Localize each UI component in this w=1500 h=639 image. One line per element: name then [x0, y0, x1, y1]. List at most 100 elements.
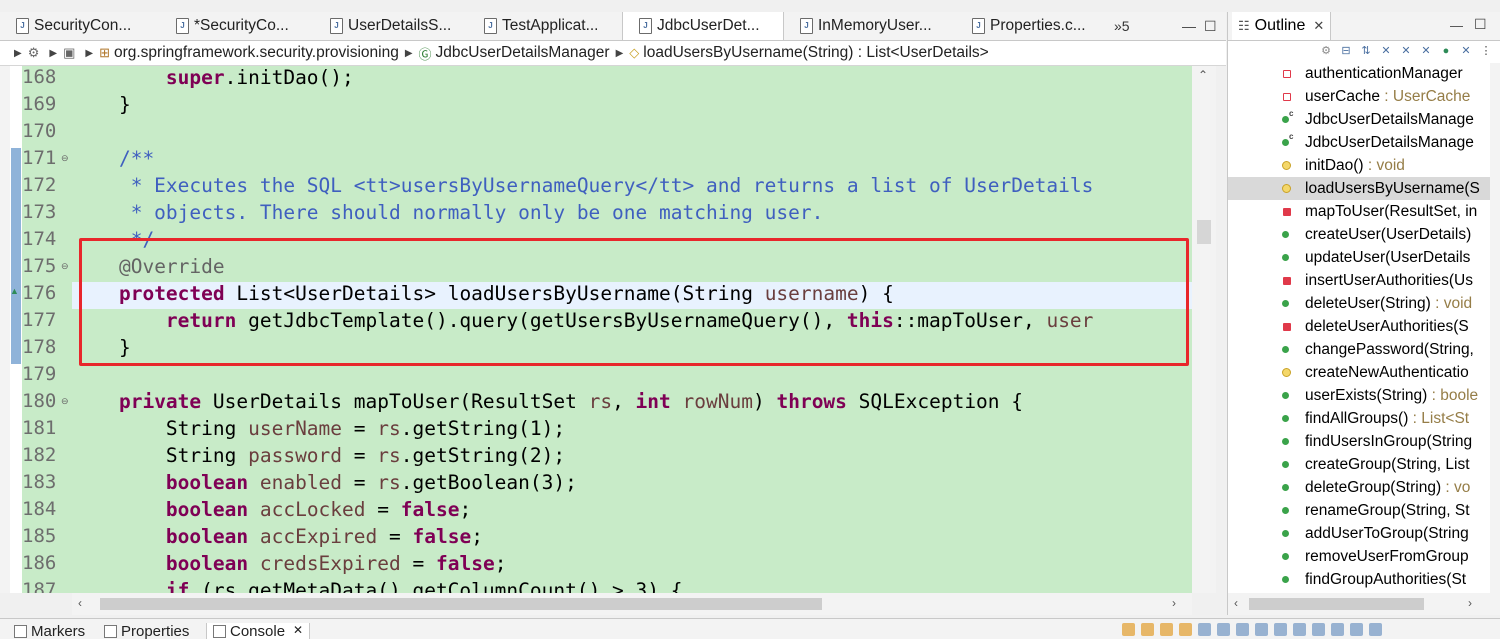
hide-local-types-icon[interactable]: ✕	[1460, 45, 1472, 57]
toolbar-icon[interactable]	[1179, 623, 1192, 636]
scrollbar-thumb[interactable]	[1249, 598, 1424, 610]
tab-editor-3[interactable]: J UserDetailsS...	[314, 12, 468, 40]
toolbar-icon[interactable]	[1312, 623, 1325, 636]
outline-item[interactable]: findGroupAuthorities(St	[1228, 568, 1490, 591]
editor-vertical-scrollbar[interactable]: ⌃	[1192, 66, 1216, 593]
tab-overflow-button[interactable]: »5	[1106, 12, 1138, 40]
code-line[interactable]: boolean enabled = rs.getBoolean(3);	[72, 469, 577, 496]
code-editor[interactable]: 168 169 170 171 ⊖ 172 173 174 175 ⊖ 176 ▲ 177 178 179 1…	[0, 66, 1216, 593]
outline-item[interactable]: deleteGroup(String) : vo	[1228, 476, 1490, 499]
toolbar-icon[interactable]	[1236, 623, 1249, 636]
outline-item[interactable]: createGroup(String, List	[1228, 453, 1490, 476]
hide-nonpublic-icon[interactable]: ✕	[1420, 45, 1432, 57]
outline-item[interactable]: changePassword(String,	[1228, 338, 1490, 361]
outline-item[interactable]: deleteUser(String) : void	[1228, 292, 1490, 315]
breadcrumb-arrow-icon[interactable]: ▶	[14, 48, 22, 59]
outline-item[interactable]: updateUser(UserDetails	[1228, 246, 1490, 269]
toolbar-icon[interactable]	[1160, 623, 1173, 636]
jar-icon[interactable]: ▣	[63, 45, 75, 61]
filter-icon[interactable]: ●	[1440, 45, 1452, 57]
sort-icon[interactable]: ⇅	[1360, 45, 1372, 57]
tab-console[interactable]: Console ✕	[206, 623, 311, 639]
outline-item[interactable]: c JdbcUserDetailsManage	[1228, 108, 1490, 131]
minimize-icon[interactable]: —	[1182, 12, 1196, 40]
code-line[interactable]: String password = rs.getString(2);	[72, 442, 565, 469]
code-line[interactable]: String userName = rs.getString(1);	[72, 415, 565, 442]
toolbar-icon[interactable]	[1217, 623, 1230, 636]
view-menu-icon[interactable]: ⋮	[1480, 45, 1492, 57]
outline-item[interactable]: initDao() : void	[1228, 154, 1490, 177]
outline-item[interactable]: loadUsersByUsername(S	[1228, 177, 1490, 200]
toolbar-icon[interactable]	[1331, 623, 1344, 636]
code-line[interactable]: boolean accLocked = false;	[72, 496, 471, 523]
project-icon[interactable]: ⚙	[28, 45, 40, 61]
scrollbar-thumb[interactable]	[100, 598, 822, 610]
tab-editor-5[interactable]: J JdbcUserDet...	[622, 12, 784, 40]
scroll-right-icon[interactable]: ›	[1172, 596, 1176, 610]
collapse-all-icon[interactable]: ⊟	[1340, 45, 1352, 57]
tab-editor-6[interactable]: J InMemoryUser...	[784, 12, 956, 40]
code-line[interactable]: boolean credsExpired = false;	[72, 550, 507, 577]
outline-item[interactable]: removeUserFromGroup	[1228, 545, 1490, 568]
tab-editor-2[interactable]: J *SecurityCo...	[160, 12, 314, 40]
tab-outline[interactable]: ☷ Outline ✕	[1232, 12, 1332, 40]
maximize-icon[interactable]: ☐	[1474, 16, 1487, 33]
toolbar-icon[interactable]	[1141, 623, 1154, 636]
fold-toggle-icon[interactable]: ⊖	[61, 153, 69, 164]
hide-static-icon[interactable]: ✕	[1400, 45, 1412, 57]
outline-item[interactable]: createUser(UserDetails)	[1228, 223, 1490, 246]
tab-editor-1[interactable]: J SecurityCon...	[0, 12, 160, 40]
outline-item[interactable]: insertUserAuthorities(Us	[1228, 269, 1490, 292]
toolbar-icon[interactable]	[1274, 623, 1287, 636]
outline-item[interactable]: authenticationManager	[1228, 62, 1490, 85]
close-icon[interactable]: ✕	[293, 623, 303, 637]
outline-item[interactable]: createNewAuthenticatio	[1228, 361, 1490, 384]
tab-markers[interactable]: Markers	[14, 623, 85, 639]
outline-item[interactable]: findUsersInGroup(String	[1228, 430, 1490, 453]
breadcrumb-method[interactable]: loadUsersByUsername(String) : List<UserD…	[643, 44, 988, 62]
code-line[interactable]: super.initDao();	[72, 66, 354, 91]
toolbar-icon[interactable]	[1198, 623, 1211, 636]
code-line[interactable]: }	[72, 91, 131, 118]
outline-item[interactable]: userExists(String) : boole	[1228, 384, 1490, 407]
editor-horizontal-scrollbar[interactable]: ‹ ›	[72, 593, 1192, 615]
breadcrumb-package[interactable]: org.springframework.security.provisionin…	[114, 44, 399, 62]
code-line[interactable]: if (rs.getMetaData().getColumnCount() > …	[72, 577, 683, 593]
hide-fields-icon[interactable]: ✕	[1380, 45, 1392, 57]
code-line[interactable]: private UserDetails mapToUser(ResultSet …	[72, 388, 1023, 415]
close-icon[interactable]: ✕	[1313, 18, 1324, 34]
outline-vertical-scrollbar[interactable]	[1490, 63, 1500, 593]
toolbar-icon[interactable]	[1255, 623, 1268, 636]
toolbar-icon[interactable]	[1369, 623, 1382, 636]
outline-horizontal-scrollbar[interactable]: ‹ ›	[1228, 593, 1500, 615]
scrollbar-thumb[interactable]	[1197, 220, 1211, 244]
outline-item[interactable]: addUserToGroup(String	[1228, 522, 1490, 545]
outline-item[interactable]: mapToUser(ResultSet, in	[1228, 200, 1490, 223]
outline-item[interactable]: c JdbcUserDetailsManage	[1228, 131, 1490, 154]
tab-properties[interactable]: Properties	[104, 623, 189, 639]
scroll-up-icon[interactable]: ⌃	[1198, 68, 1208, 82]
outline-item[interactable]: findAllGroups() : List<St	[1228, 407, 1490, 430]
toolbar-icon[interactable]	[1350, 623, 1363, 636]
sync-icon[interactable]: ⚙	[1320, 45, 1332, 57]
outline-item[interactable]: userCache : UserCache	[1228, 85, 1490, 108]
fold-toggle-icon[interactable]: ⊖	[61, 396, 69, 407]
tab-editor-7[interactable]: J Properties.c...	[956, 12, 1106, 40]
toolbar-icon[interactable]	[1293, 623, 1306, 636]
outline-item[interactable]: deleteUserAuthorities(S	[1228, 315, 1490, 338]
code-line[interactable]: boolean accExpired = false;	[72, 523, 483, 550]
fold-toggle-icon[interactable]: ⊖	[61, 261, 69, 272]
scroll-left-icon[interactable]: ‹	[1234, 596, 1238, 610]
override-marker-icon[interactable]: ▲	[10, 286, 19, 296]
breadcrumb-class[interactable]: JdbcUserDetailsManager	[436, 44, 610, 62]
toolbar-icon[interactable]	[1122, 623, 1135, 636]
scroll-left-icon[interactable]: ‹	[78, 596, 82, 610]
code-line[interactable]: * objects. There should normally only be…	[72, 199, 824, 226]
maximize-icon[interactable]: ☐	[1204, 12, 1217, 40]
outline-item[interactable]: renameGroup(String, St	[1228, 499, 1490, 522]
scroll-right-icon[interactable]: ›	[1468, 596, 1472, 610]
code-line[interactable]: * Executes the SQL <tt>usersByUsernameQu…	[72, 172, 1094, 199]
code-line[interactable]: /**	[72, 145, 154, 172]
minimize-icon[interactable]: —	[1450, 18, 1463, 33]
tab-editor-4[interactable]: J TestApplicat...	[468, 12, 622, 40]
